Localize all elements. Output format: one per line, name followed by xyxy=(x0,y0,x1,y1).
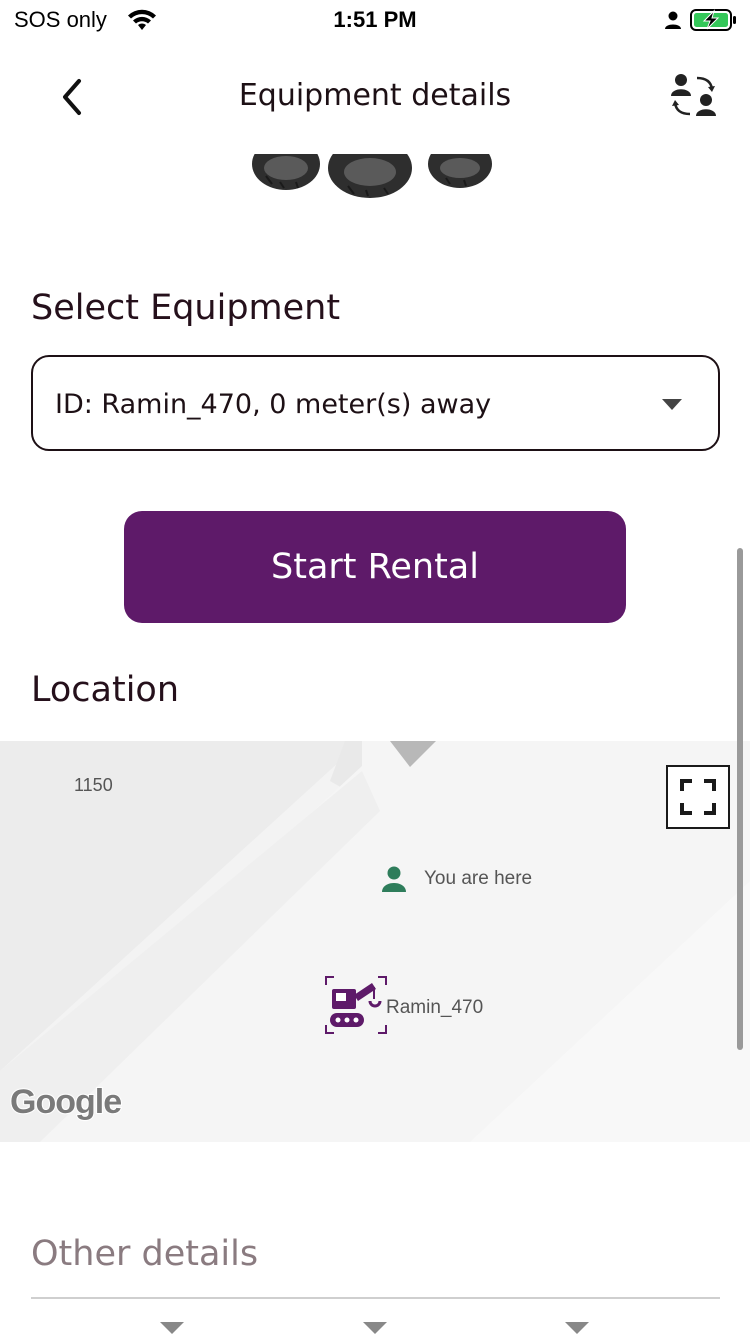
start-rental-button[interactable]: Start Rental xyxy=(124,511,626,623)
map-roads xyxy=(0,741,750,1142)
dropdown-caret-icon[interactable] xyxy=(363,1322,387,1334)
status-bar: SOS only 1:51 PM xyxy=(0,0,750,42)
person-icon xyxy=(665,11,681,29)
fullscreen-button[interactable] xyxy=(666,765,730,829)
divider xyxy=(31,1297,720,1299)
google-logo: Google xyxy=(9,1082,123,1122)
person-marker-icon xyxy=(382,866,406,892)
switch-users-icon[interactable] xyxy=(664,70,724,124)
equipment-marker-label: Ramin_470 xyxy=(386,997,484,1018)
nav-header: Equipment details xyxy=(0,50,750,146)
street-number-label: 1150 xyxy=(74,775,113,795)
page-title: Equipment details xyxy=(238,78,512,113)
dropdown-caret-icon[interactable] xyxy=(160,1322,184,1334)
scrollbar[interactable] xyxy=(737,548,743,1050)
fullscreen-icon xyxy=(680,779,716,815)
excavator-marker-icon[interactable] xyxy=(324,975,388,1035)
equipment-image xyxy=(218,146,494,198)
user-location-marker[interactable]: You are here xyxy=(380,865,532,893)
clock: 1:51 PM xyxy=(333,7,417,32)
dropdown-caret-icon[interactable] xyxy=(565,1322,589,1334)
equipment-select-value: ID: Ramin_470, 0 meter(s) away xyxy=(55,389,492,420)
dropdown-caret-icon xyxy=(662,399,682,410)
location-map[interactable]: 1150 You are here Ramin_470 Google xyxy=(0,741,750,1142)
location-heading: Location xyxy=(31,670,180,710)
equipment-select[interactable]: ID: Ramin_470, 0 meter(s) away xyxy=(31,355,720,451)
battery-charging-icon xyxy=(690,9,736,31)
select-equipment-heading: Select Equipment xyxy=(31,288,341,328)
other-details-heading: Other details xyxy=(31,1234,259,1274)
you-are-here-label: You are here xyxy=(424,868,533,889)
